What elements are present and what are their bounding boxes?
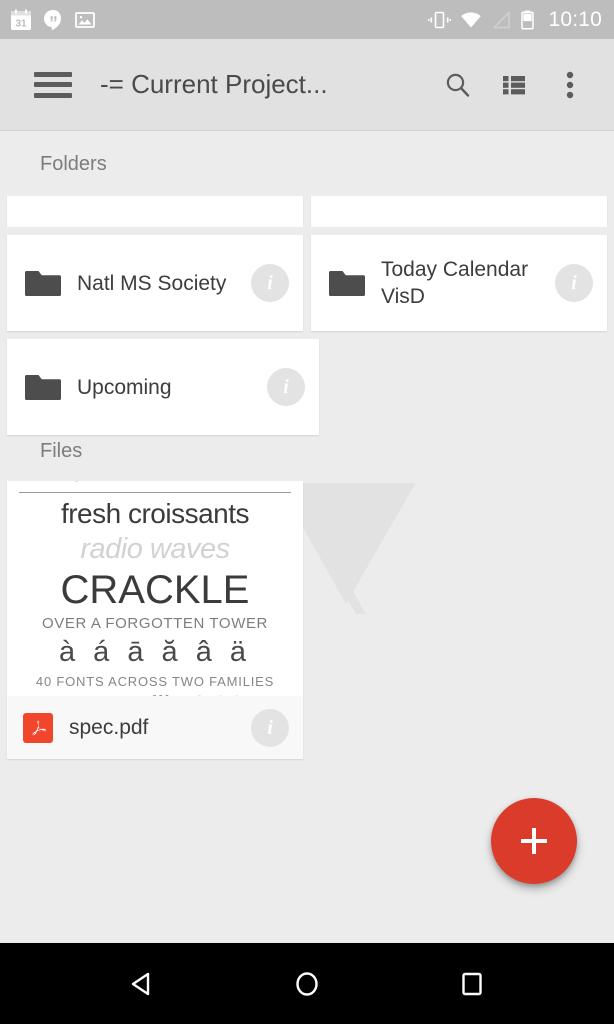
- thumb-line-1: MONTPELLIER: [19, 481, 291, 493]
- overflow-menu-button[interactable]: [542, 57, 598, 113]
- grid-empty-slot: [327, 339, 607, 435]
- thumb-line-5: OVER A FORGOTTEN TOWER: [41, 615, 268, 632]
- nav-home-button[interactable]: [272, 954, 342, 1014]
- app-root: 31 10:10 -= Current Project... Folders N…: [0, 0, 614, 1024]
- folders-grid: Natl MS Society i Today Calendar VisD i: [0, 196, 614, 443]
- info-icon: i: [283, 376, 289, 398]
- hangouts-icon: [44, 9, 61, 30]
- folder-card-partial-left[interactable]: [7, 196, 303, 227]
- folder-info-button[interactable]: i: [267, 368, 305, 406]
- grid-empty-slot: [311, 481, 607, 759]
- file-info-button[interactable]: i: [251, 708, 289, 747]
- files-grid: MONTPELLIER fresh croissants radio waves…: [0, 481, 614, 767]
- info-icon: i: [571, 272, 577, 294]
- thumb-line-6: à á ā ă â ä: [58, 636, 252, 668]
- home-circle-icon: [296, 971, 318, 996]
- folder-row: Natl MS Society i Today Calendar VisD i: [0, 235, 614, 331]
- wifi-icon: [461, 12, 482, 27]
- file-name: spec.pdf: [69, 715, 149, 739]
- folder-card[interactable]: Natl MS Society i: [7, 235, 303, 331]
- info-icon: i: [267, 716, 273, 739]
- file-card[interactable]: MONTPELLIER fresh croissants radio waves…: [7, 481, 303, 759]
- folder-card[interactable]: Today Calendar VisD i: [311, 235, 607, 331]
- status-bar-clock: 10:10: [548, 7, 602, 31]
- thumb-line-8: montpellier|vide: [19, 691, 291, 696]
- recents-square-icon: [461, 972, 482, 995]
- thumb-line-7: 40 FONTS ACROSS TWO FAMILIES: [35, 674, 275, 689]
- list-view-icon: [503, 75, 525, 94]
- adobe-acrobat-glyph: [32, 720, 46, 735]
- file-thumbnail: MONTPELLIER fresh croissants radio waves…: [7, 481, 303, 696]
- search-button[interactable]: [430, 57, 486, 113]
- folder-info-button[interactable]: i: [251, 264, 289, 302]
- nav-recents-button[interactable]: [437, 954, 507, 1014]
- file-row-container: MONTPELLIER fresh croissants radio waves…: [0, 481, 614, 759]
- android-navigation-bar: [0, 943, 614, 1024]
- toolbar-actions: [430, 57, 598, 113]
- vibrate-icon: [428, 11, 452, 28]
- battery-icon: [521, 10, 535, 30]
- more-vertical-icon: [566, 71, 574, 98]
- status-bar-right-icons: 10:10: [428, 8, 602, 32]
- section-label-folders: Folders: [40, 152, 107, 175]
- thumb-line-4: CRACKLE: [60, 568, 250, 612]
- back-triangle-icon: [132, 972, 150, 995]
- add-fab-button[interactable]: [491, 798, 577, 884]
- thumb-line-8-divider: |: [195, 691, 203, 696]
- status-bar: 31 10:10: [0, 0, 614, 39]
- thumb-line-3: radio waves: [80, 533, 230, 565]
- folder-info-button[interactable]: i: [555, 264, 593, 302]
- folder-name: Natl MS Society: [77, 271, 227, 295]
- calendar-icon: 31: [11, 9, 31, 30]
- thumb-line-8a: montpellier: [54, 691, 196, 696]
- folder-icon: [25, 271, 61, 296]
- file-meta-row: spec.pdf i: [7, 696, 303, 759]
- page-title: -= Current Project...: [100, 69, 328, 99]
- info-icon: i: [267, 272, 273, 294]
- folder-name: Upcoming: [77, 375, 172, 399]
- status-bar-left-icons: 31: [10, 9, 96, 31]
- thumb-line-8b: vide: [203, 691, 257, 696]
- pdf-file-icon: [23, 712, 53, 743]
- plus-icon: [521, 828, 547, 854]
- folder-name: Today Calendar VisD: [381, 258, 529, 308]
- app-toolbar: -= Current Project...: [0, 39, 614, 131]
- folder-icon: [329, 271, 365, 296]
- hamburger-menu-icon[interactable]: [34, 71, 72, 98]
- view-toggle-button[interactable]: [486, 57, 542, 113]
- folder-icon: [25, 375, 61, 400]
- section-header-folders: Folders: [0, 132, 614, 196]
- folder-card-partial-right[interactable]: [311, 196, 607, 227]
- photo-icon: [75, 11, 95, 28]
- nav-back-button[interactable]: [107, 954, 177, 1014]
- cellular-signal-icon: [493, 11, 511, 28]
- folder-row: Upcoming i: [0, 339, 614, 435]
- folder-card[interactable]: Upcoming i: [7, 339, 319, 435]
- thumb-line-2: fresh croissants: [60, 498, 250, 529]
- svg-text:31: 31: [15, 18, 27, 29]
- folder-row-partial: [0, 196, 614, 227]
- search-icon: [446, 73, 470, 97]
